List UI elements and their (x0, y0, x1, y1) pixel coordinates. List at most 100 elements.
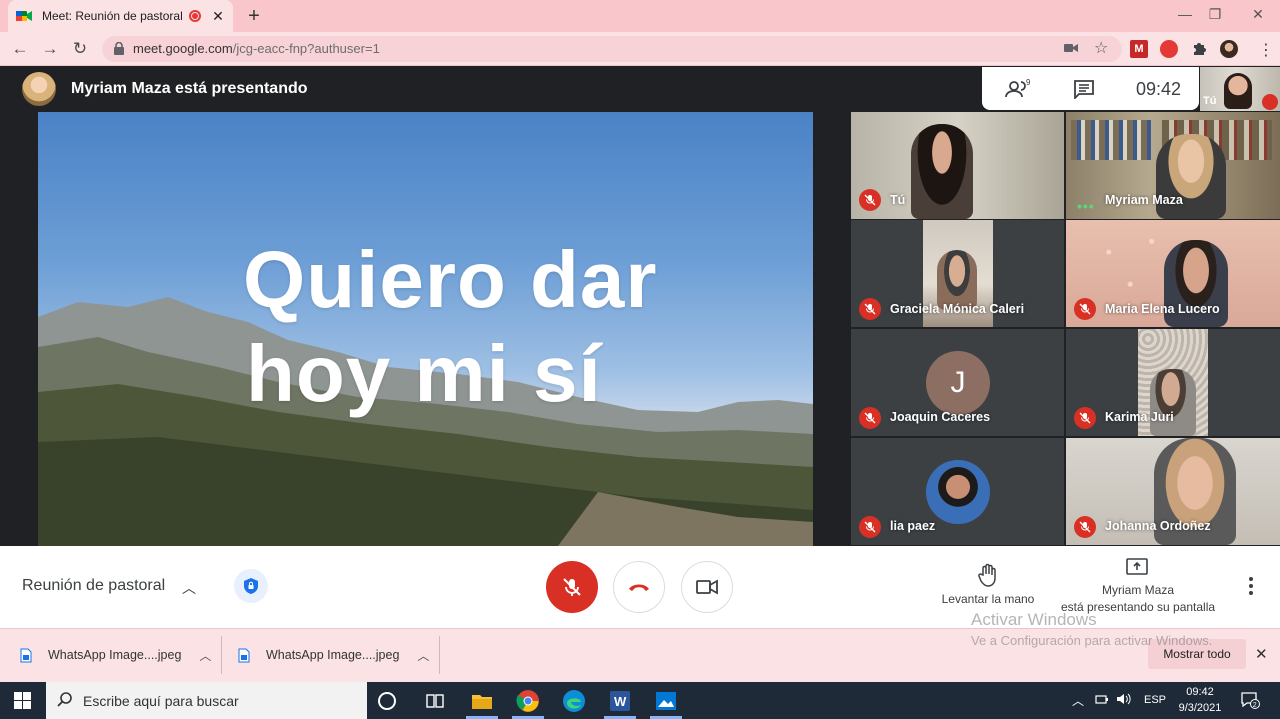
raise-hand-label[interactable]: Levantar la mano (938, 592, 1038, 606)
download-filename: WhatsApp Image....jpeg (266, 648, 400, 662)
window-close-button[interactable]: ✕ (1243, 2, 1273, 26)
participant-photo-avatar (926, 460, 990, 524)
back-button[interactable]: ← (9, 38, 31, 60)
camera-in-use-icon[interactable] (1064, 42, 1078, 54)
windows-activation-text: Ve a Configuración para activar Windows. (971, 633, 1213, 648)
participant-name: Joaquin Caceres (890, 410, 991, 424)
image-file-icon (238, 648, 250, 662)
extensions-puzzle-icon[interactable] (1190, 40, 1208, 58)
cortana-icon[interactable] (378, 692, 396, 710)
browser-tab[interactable]: Meet: Reunión de pastoral ✕ (8, 0, 233, 32)
video-camera-icon (696, 579, 718, 595)
mic-off-icon (563, 578, 581, 596)
profile-avatar[interactable] (1220, 40, 1238, 58)
taskbar-clock-date[interactable]: 9/3/2021 (1172, 702, 1228, 714)
mic-off-icon (859, 189, 881, 211)
camera-toggle-button[interactable] (681, 561, 733, 613)
present-screen-icon[interactable] (1126, 558, 1148, 578)
downloads-close-button[interactable]: ✕ (1255, 645, 1268, 663)
shield-lock-icon (244, 578, 258, 594)
participant-name: lia paez (890, 519, 936, 533)
input-language[interactable]: ESP (1144, 694, 1166, 706)
file-explorer-icon[interactable] (470, 689, 494, 713)
participant-initial-avatar: J (926, 351, 990, 415)
microphone-toggle-button[interactable] (546, 561, 598, 613)
mic-off-icon (1074, 298, 1096, 320)
windows-start-icon[interactable] (14, 692, 31, 709)
download-separator (221, 636, 222, 674)
mic-off-icon (1074, 516, 1096, 538)
participant-video-person (911, 124, 973, 219)
speaking-indicator-icon: ••• (1077, 198, 1095, 214)
chevron-up-icon[interactable]: ︿ (199, 647, 211, 664)
window-minimize-button[interactable]: — (1170, 2, 1200, 26)
meeting-name[interactable]: Reunión de pastoral (22, 577, 165, 595)
tab-close-button[interactable]: ✕ (211, 8, 225, 25)
edge-icon[interactable] (562, 689, 586, 713)
participant-video-person (937, 250, 977, 310)
participant-tile[interactable]: ••• Myriam Maza (1066, 112, 1280, 219)
extension-opera-icon[interactable] (1160, 40, 1178, 58)
leave-call-button[interactable] (613, 561, 665, 613)
word-icon[interactable]: W (608, 689, 632, 713)
participant-tile[interactable]: lia paez (851, 438, 1064, 545)
slide-text-line-1: Quiero dar (243, 235, 658, 324)
phone-hangup-icon (629, 584, 649, 591)
chevron-up-icon[interactable]: ︿ (417, 647, 429, 664)
task-view-icon[interactable] (423, 689, 447, 713)
participant-tile[interactable]: J Joaquin Caceres (851, 329, 1064, 436)
image-file-icon (20, 648, 32, 662)
participant-name: Graciela Mónica Caleri (890, 302, 1025, 316)
bookshelf-background (1071, 120, 1151, 160)
lock-icon[interactable] (114, 42, 124, 55)
taskbar-clock-time[interactable]: 09:42 (1172, 686, 1228, 698)
people-count: 9 (1026, 78, 1031, 87)
participant-name: Maria Elena Lucero (1105, 302, 1220, 316)
browser-menu-icon[interactable]: ⋮ (1258, 40, 1274, 60)
download-item[interactable]: WhatsApp Image....jpeg ︿ (20, 632, 211, 678)
window-maximize-button[interactable]: ❐ (1200, 2, 1230, 26)
forward-button[interactable]: → (39, 38, 61, 60)
reload-button[interactable]: ↻ (69, 38, 91, 60)
svg-text:W: W (614, 694, 627, 709)
notification-center-icon[interactable]: 2 (1240, 690, 1260, 710)
url-path: /jcg-eacc-fnp?authuser=1 (232, 41, 380, 56)
url-text[interactable]: meet.google.com/jcg-eacc-fnp?authuser=1 (133, 41, 380, 56)
chevron-up-icon[interactable]: ︿ (182, 578, 196, 598)
chat-icon[interactable] (1073, 79, 1095, 99)
mic-off-icon (859, 516, 881, 538)
raise-hand-icon[interactable] (977, 563, 999, 587)
download-item[interactable]: WhatsApp Image....jpeg ︿ (238, 632, 429, 678)
slide-text-line-2: hoy mi sí (246, 329, 602, 418)
participant-tile[interactable]: Karima Juri (1066, 329, 1280, 436)
download-filename: WhatsApp Image....jpeg (48, 648, 182, 662)
participant-name: Myriam Maza (1105, 193, 1183, 207)
mic-off-icon (1074, 407, 1096, 429)
bookmark-star-icon[interactable]: ☆ (1094, 38, 1108, 58)
participant-tile[interactable]: Tú (851, 112, 1064, 219)
participant-tile[interactable]: Maria Elena Lucero (1066, 220, 1280, 327)
photos-icon[interactable] (654, 689, 678, 713)
network-icon[interactable] (1095, 692, 1111, 706)
presenter-title: Myriam Maza está presentando (71, 80, 308, 97)
participant-name: Johanna Ordoñez (1105, 519, 1211, 533)
host-controls-button[interactable] (234, 569, 268, 603)
chrome-icon[interactable] (516, 689, 540, 713)
presenting-name[interactable]: Myriam Maza (1050, 583, 1226, 597)
mic-off-icon (859, 407, 881, 429)
windows-activation-title: Activar Windows (971, 610, 1097, 629)
participant-tile[interactable]: Johanna Ordoñez (1066, 438, 1280, 545)
participant-tile[interactable]: Graciela Mónica Caleri (851, 220, 1064, 327)
volume-icon[interactable] (1116, 692, 1132, 706)
new-tab-button[interactable]: + (244, 4, 264, 28)
url-host: meet.google.com (133, 41, 233, 56)
more-options-icon[interactable] (1244, 575, 1258, 597)
download-separator (439, 636, 440, 674)
participant-video-person (1150, 369, 1196, 436)
tray-expand-icon[interactable]: ︿ (1072, 692, 1084, 709)
participant-name: Tú (890, 193, 906, 207)
presenter-avatar (22, 72, 56, 106)
google-meet-favicon-icon (16, 11, 32, 21)
extension-tv-icon[interactable]: M (1130, 40, 1148, 58)
people-icon[interactable]: 9 (1004, 78, 1032, 100)
